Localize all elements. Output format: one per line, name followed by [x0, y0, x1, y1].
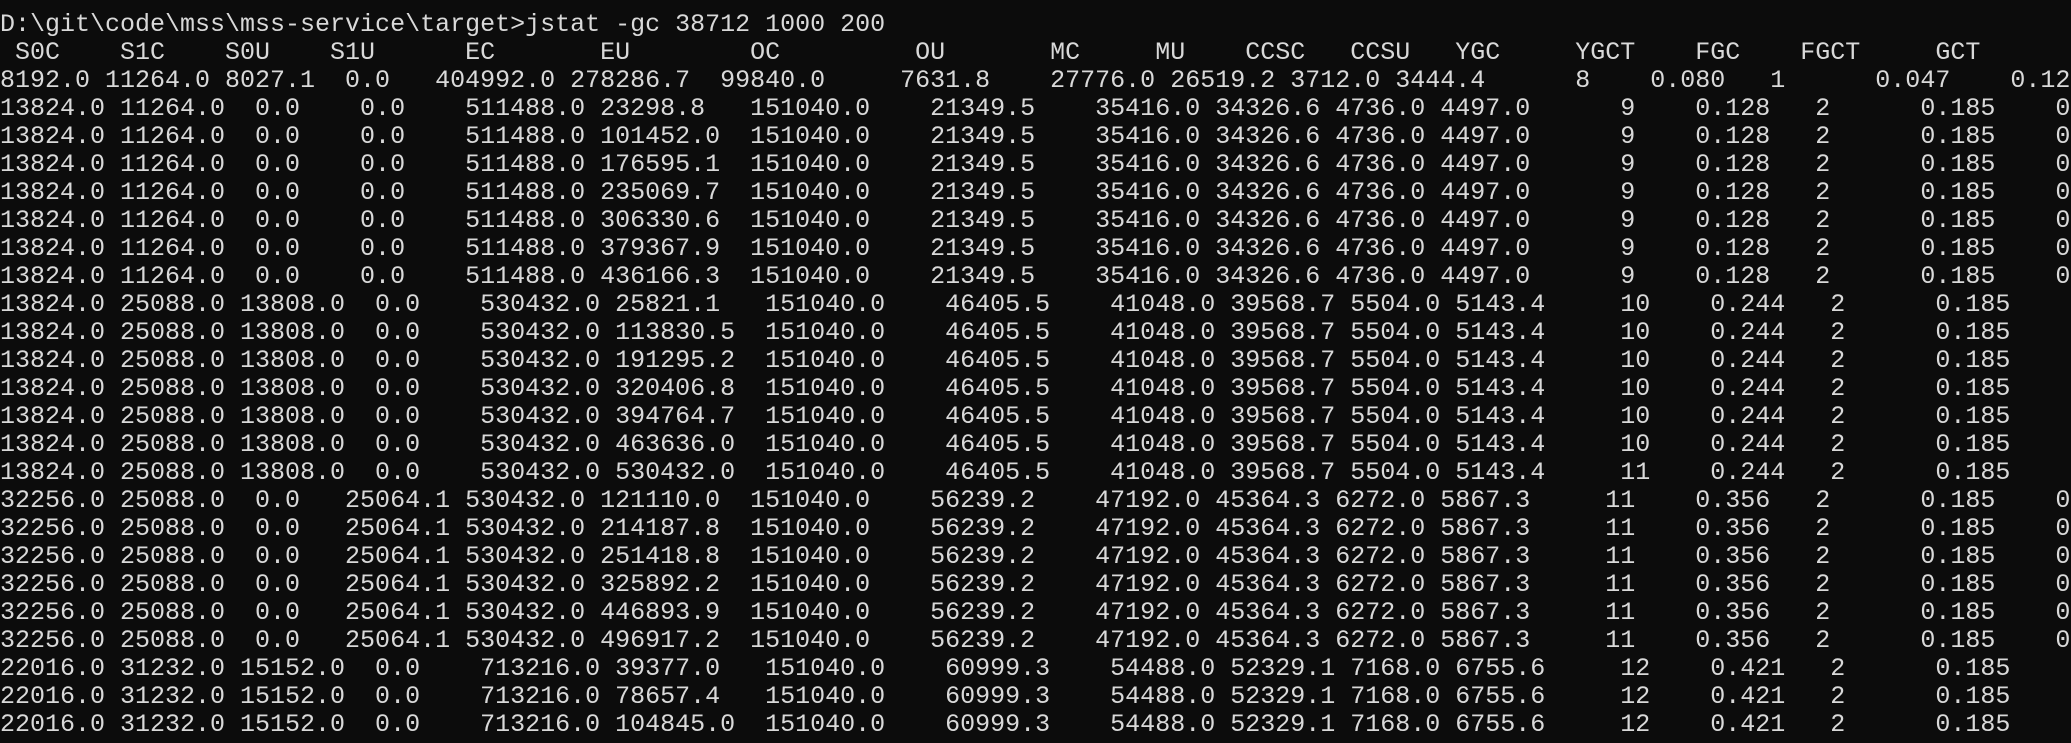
- output-row: 13824.0 25088.0 13808.0 0.0 530432.0 530…: [0, 459, 2071, 487]
- output-row: 13824.0 11264.0 0.0 0.0 511488.0 379367.…: [0, 235, 2071, 263]
- output-row: 32256.0 25088.0 0.0 25064.1 530432.0 325…: [0, 571, 2071, 599]
- output-row: 13824.0 11264.0 0.0 0.0 511488.0 176595.…: [0, 151, 2071, 179]
- output-row: 22016.0 31232.0 15152.0 0.0 713216.0 393…: [0, 655, 2071, 683]
- output-row: 32256.0 25088.0 0.0 25064.1 530432.0 446…: [0, 599, 2071, 627]
- terminal-output: S0C S1C S0U S1U EC EU OC OU MC MU CCSC C…: [0, 39, 2071, 739]
- output-row: 22016.0 31232.0 15152.0 0.0 713216.0 104…: [0, 711, 2071, 739]
- command-text: jstat -gc 38712 1000 200: [525, 10, 886, 39]
- output-row: 13824.0 11264.0 0.0 0.0 511488.0 235069.…: [0, 179, 2071, 207]
- output-row: 32256.0 25088.0 0.0 25064.1 530432.0 121…: [0, 487, 2071, 515]
- output-row: 32256.0 25088.0 0.0 25064.1 530432.0 496…: [0, 627, 2071, 655]
- output-row: 8192.0 11264.0 8027.1 0.0 404992.0 27828…: [0, 67, 2071, 95]
- output-row: 13824.0 25088.0 13808.0 0.0 530432.0 113…: [0, 319, 2071, 347]
- output-row: 13824.0 25088.0 13808.0 0.0 530432.0 320…: [0, 375, 2071, 403]
- output-row: 13824.0 25088.0 13808.0 0.0 530432.0 191…: [0, 347, 2071, 375]
- prompt-path: D:\git\code\mss\mss-service\target>: [0, 10, 526, 39]
- output-row: 13824.0 11264.0 0.0 0.0 511488.0 101452.…: [0, 123, 2071, 151]
- command-prompt-line: D:\git\code\mss\mss-service\target>jstat…: [0, 11, 2071, 39]
- output-row: 13824.0 25088.0 13808.0 0.0 530432.0 463…: [0, 431, 2071, 459]
- output-row: 32256.0 25088.0 0.0 25064.1 530432.0 251…: [0, 543, 2071, 571]
- output-row: 32256.0 25088.0 0.0 25064.1 530432.0 214…: [0, 515, 2071, 543]
- terminal-window[interactable]: D:\git\code\mss\mss-service\target>jstat…: [0, 0, 2071, 743]
- output-row: 13824.0 11264.0 0.0 0.0 511488.0 436166.…: [0, 263, 2071, 291]
- output-row: 13824.0 11264.0 0.0 0.0 511488.0 306330.…: [0, 207, 2071, 235]
- output-row: 13824.0 11264.0 0.0 0.0 511488.0 23298.8…: [0, 95, 2071, 123]
- output-row: 13824.0 25088.0 13808.0 0.0 530432.0 258…: [0, 291, 2071, 319]
- output-row: 22016.0 31232.0 15152.0 0.0 713216.0 786…: [0, 683, 2071, 711]
- column-header-row: S0C S1C S0U S1U EC EU OC OU MC MU CCSC C…: [0, 39, 1981, 67]
- output-row: 13824.0 25088.0 13808.0 0.0 530432.0 394…: [0, 403, 2071, 431]
